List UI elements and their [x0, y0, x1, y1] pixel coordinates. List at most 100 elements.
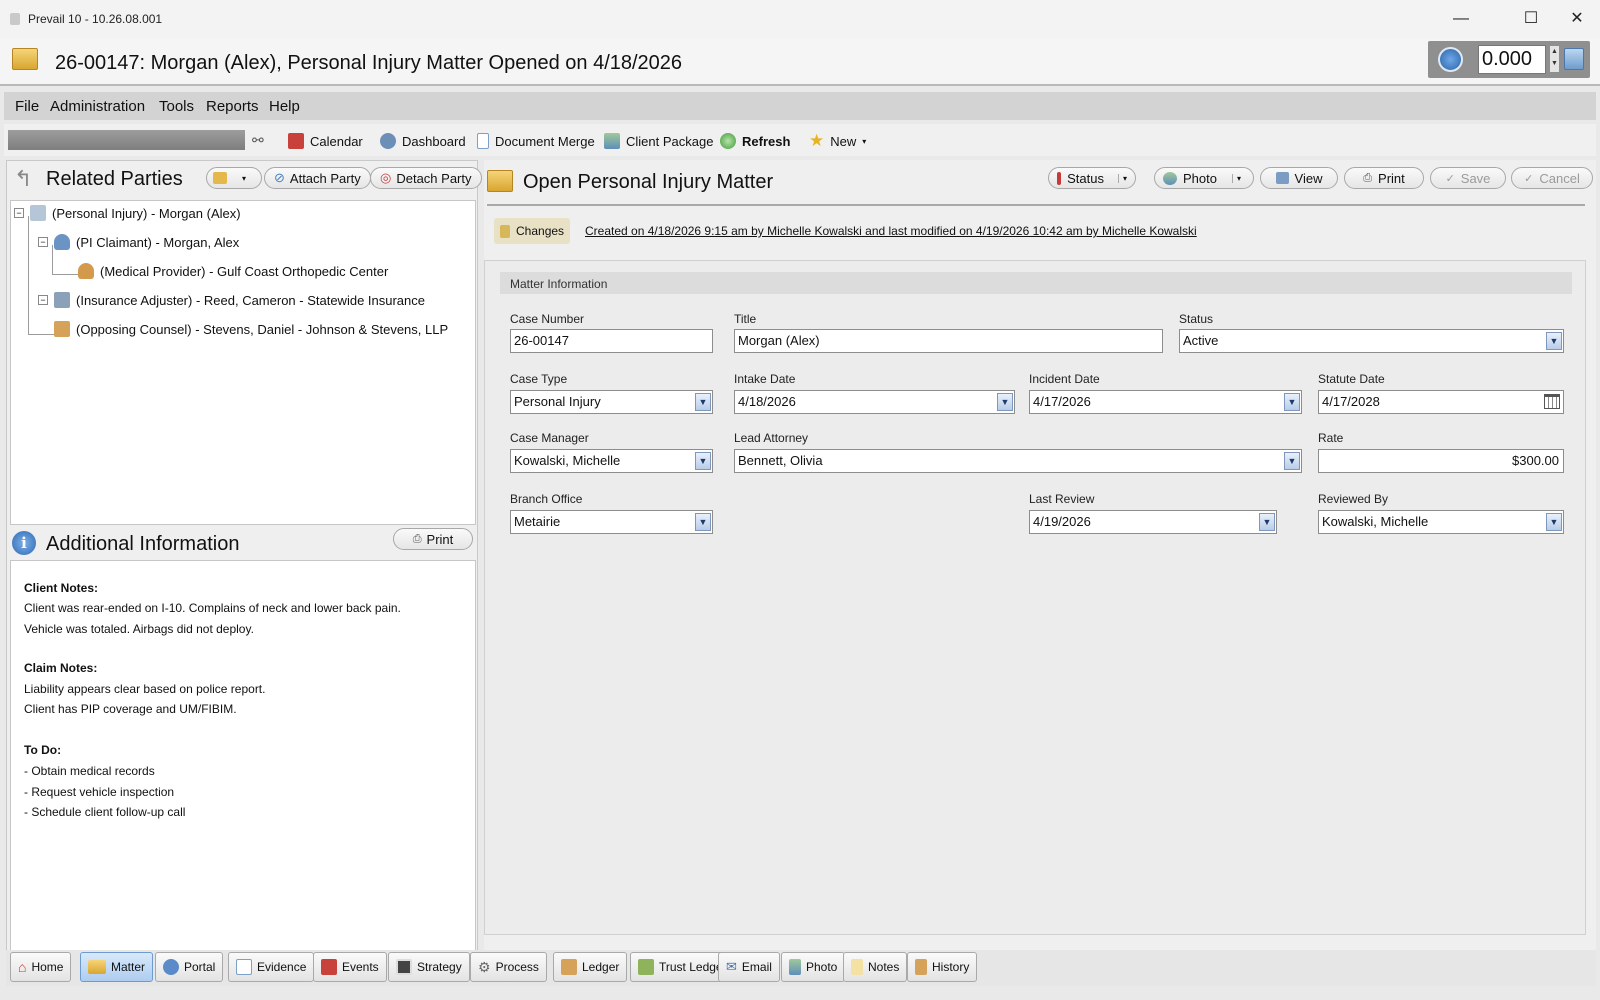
- intake-date-picker[interactable]: 4/18/2026 ▼: [734, 390, 1015, 414]
- matter-header: 26-00147: Morgan (Alex), Personal Injury…: [0, 38, 1600, 86]
- tree-item[interactable]: − (Personal Injury) - Morgan (Alex): [14, 205, 241, 221]
- folder-icon: [12, 48, 38, 70]
- view-button[interactable]: View: [1260, 167, 1338, 189]
- status-button[interactable]: Status ▾: [1048, 167, 1136, 189]
- print-notes-button[interactable]: ⎙ Print: [393, 528, 473, 550]
- rate-field[interactable]: $300.00: [1318, 449, 1564, 473]
- document-icon: [477, 133, 489, 149]
- attach-party-button[interactable]: ⊘ Attach Party: [264, 167, 371, 189]
- timer-spinner[interactable]: ▲ ▼: [1550, 46, 1559, 72]
- chevron-down-icon[interactable]: ▼: [1259, 513, 1275, 531]
- tab-history[interactable]: History: [907, 952, 978, 982]
- tab-events[interactable]: Events: [313, 952, 387, 982]
- lead-attorney-select[interactable]: Bennett, Olivia ▼: [734, 449, 1302, 473]
- cancel-button[interactable]: ✓ Cancel: [1511, 167, 1593, 189]
- history-icon: [915, 959, 927, 975]
- branch-office-select[interactable]: Metairie ▼: [510, 510, 713, 534]
- chevron-down-icon: ▾: [242, 173, 247, 183]
- matter-heading: 26-00147: Morgan (Alex), Personal Injury…: [55, 52, 683, 74]
- last-review-picker[interactable]: 4/19/2026 ▼: [1029, 510, 1277, 534]
- chevron-down-icon[interactable]: ▼: [1546, 332, 1562, 350]
- matter-panel-title: Open Personal Injury Matter: [523, 171, 774, 193]
- calendar-button[interactable]: Calendar: [288, 131, 363, 151]
- timer-input[interactable]: 0.000: [1478, 45, 1546, 74]
- statute-date-picker[interactable]: 4/17/2028: [1318, 390, 1564, 414]
- todo-item: - Request vehicle inspection: [24, 785, 175, 799]
- menu-help[interactable]: Help: [269, 98, 300, 115]
- chevron-down-icon[interactable]: ▼: [695, 393, 711, 411]
- chevron-down-icon: ▾: [862, 136, 867, 146]
- case-manager-select[interactable]: Kowalski, Michelle ▼: [510, 449, 713, 473]
- incident-date-label: Incident Date: [1029, 372, 1100, 386]
- chevron-down-icon[interactable]: ▼: [1546, 513, 1562, 531]
- tab-strategy[interactable]: Strategy: [388, 952, 470, 982]
- person-icon: [54, 234, 70, 250]
- evidence-icon: [236, 959, 252, 975]
- refresh-button[interactable]: Refresh: [720, 131, 790, 151]
- tab-photo[interactable]: Photo: [781, 952, 846, 982]
- audit-info-link[interactable]: Created on 4/18/2026 9:15 am by Michelle…: [585, 224, 1197, 238]
- tree-item[interactable]: (Opposing Counsel) - Stevens, Daniel - J…: [54, 321, 448, 337]
- chevron-down-icon[interactable]: ▾: [1117, 173, 1127, 183]
- chevron-down-icon[interactable]: ▼: [695, 513, 711, 531]
- incident-date-picker[interactable]: 4/17/2026 ▼: [1029, 390, 1302, 414]
- window-titlebar: Prevail 10 - 10.26.08.001 — ☐ ✕: [0, 0, 1600, 38]
- tab-matter[interactable]: Matter: [80, 952, 154, 982]
- title-field[interactable]: Morgan (Alex): [734, 329, 1163, 353]
- tab-email[interactable]: ✉ Email: [718, 952, 780, 982]
- binoculars-icon[interactable]: ⚯: [252, 132, 272, 148]
- tab-portal[interactable]: Portal: [155, 952, 224, 982]
- close-button[interactable]: ✕: [1557, 6, 1597, 32]
- collapse-icon[interactable]: −: [38, 295, 48, 305]
- photo-icon: [1163, 171, 1177, 185]
- collapse-icon[interactable]: −: [14, 208, 24, 218]
- copy-icon[interactable]: [1564, 48, 1584, 70]
- tab-home[interactable]: ⌂ Home: [10, 952, 72, 982]
- tab-process[interactable]: ⚙ Process: [470, 952, 547, 982]
- chevron-down-icon[interactable]: ▼: [1284, 452, 1300, 470]
- window-title: Prevail 10 - 10.26.08.001: [28, 12, 163, 26]
- tree-item[interactable]: − (PI Claimant) - Morgan, Alex: [38, 234, 239, 250]
- menu-reports[interactable]: Reports: [206, 98, 259, 115]
- case-type-select[interactable]: Personal Injury ▼: [510, 390, 713, 414]
- tree-item[interactable]: (Medical Provider) - Gulf Coast Orthoped…: [78, 263, 388, 279]
- chevron-down-icon[interactable]: ▼: [695, 452, 711, 470]
- trust-ledger-icon: [638, 959, 654, 975]
- maximize-button[interactable]: ☐: [1511, 6, 1551, 32]
- folder-icon: [487, 170, 513, 192]
- print-button[interactable]: ⎙ Print: [1344, 167, 1424, 189]
- strategy-icon: [396, 959, 412, 975]
- minimize-button[interactable]: —: [1441, 6, 1481, 32]
- timer-play-icon[interactable]: [1438, 47, 1463, 72]
- menu-tools[interactable]: Tools: [159, 98, 194, 115]
- collapse-icon[interactable]: −: [38, 237, 48, 247]
- tab-ledger[interactable]: Ledger: [553, 952, 628, 982]
- printer-icon: ⎙: [1363, 171, 1373, 184]
- document-merge-button[interactable]: Document Merge: [477, 131, 595, 151]
- chevron-down-icon[interactable]: ▼: [1284, 393, 1300, 411]
- quick-search-input[interactable]: [8, 130, 245, 150]
- status-select[interactable]: Active ▼: [1179, 329, 1564, 353]
- branch-office-label: Branch Office: [510, 492, 583, 506]
- chevron-down-icon[interactable]: ▼: [997, 393, 1013, 411]
- checkmark-icon: ✓: [1445, 172, 1455, 185]
- new-button[interactable]: ★ New ▾: [809, 131, 866, 151]
- gear-icon: ⚙: [478, 958, 491, 975]
- detach-party-button[interactable]: ◎ Detach Party: [370, 167, 482, 189]
- tab-evidence[interactable]: Evidence: [228, 952, 315, 982]
- changes-button[interactable]: Changes: [494, 218, 570, 244]
- party-folder-button[interactable]: ▾: [206, 167, 262, 189]
- rate-label: Rate: [1318, 431, 1344, 445]
- dashboard-button[interactable]: Dashboard: [380, 131, 466, 151]
- tree-item[interactable]: − (Insurance Adjuster) - Reed, Cameron - …: [38, 292, 425, 308]
- photo-button[interactable]: Photo ▾: [1154, 167, 1254, 189]
- calendar-icon[interactable]: [1544, 394, 1560, 409]
- tab-notes[interactable]: Notes: [843, 952, 908, 982]
- save-button[interactable]: ✓ Save: [1430, 167, 1506, 189]
- case-number-field[interactable]: 26-00147: [510, 329, 713, 353]
- client-package-button[interactable]: Client Package: [604, 131, 713, 151]
- chevron-down-icon[interactable]: ▾: [1231, 173, 1241, 183]
- menu-administration[interactable]: Administration: [50, 98, 145, 115]
- reviewed-by-select[interactable]: Kowalski, Michelle ▼: [1318, 510, 1564, 534]
- menu-file[interactable]: File: [15, 98, 39, 115]
